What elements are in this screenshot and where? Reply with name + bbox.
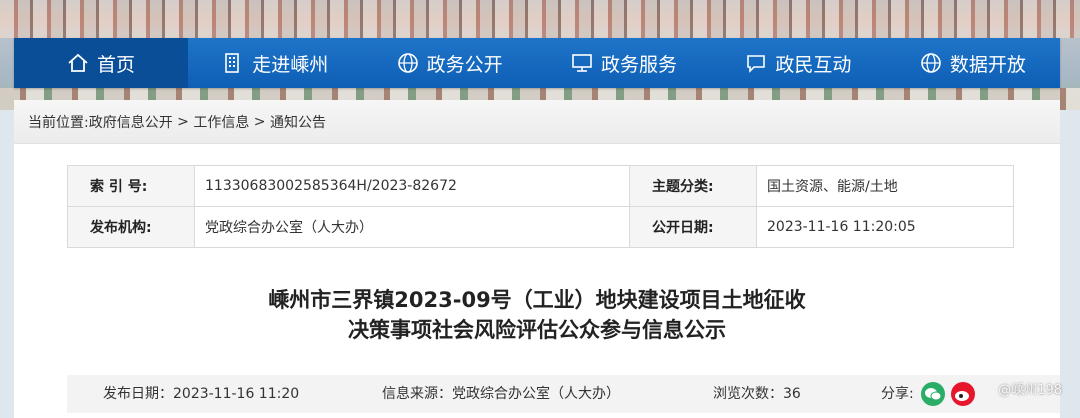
article-title-line1: 嵊州市三界镇2023-09号（工业）地块建设项目土地征收 [268,288,806,312]
nav-gov-open[interactable]: 政务公开 [362,38,536,88]
nav-about[interactable]: 走进嵊州 [188,38,362,88]
breadcrumb-item-gov-info[interactable]: 政府信息公开 [89,112,173,132]
publish-date: 发布日期：2023-11-16 11:20 [103,375,299,413]
nav-gov-service[interactable]: 政务服务 [537,38,711,88]
nav-about-label: 走进嵊州 [252,53,329,76]
breadcrumb-item-work-info[interactable]: 工作信息 [193,112,249,132]
breadcrumb-item-notices[interactable]: 通知公告 [270,112,326,132]
category-value: 国土资源、能源/土地 [756,165,1014,207]
meta-table: 索 引 号: 11330683002585364H/2023-82672 主题分… [67,165,1014,248]
weibo-share-icon[interactable] [951,382,975,406]
chat-icon [745,52,767,74]
nav-gov-service-label: 政务服务 [601,53,678,76]
article-title-line2: 决策事项社会风险评估公众参与信息公示 [348,318,726,342]
wechat-share-icon[interactable] [921,382,945,406]
article-title: 嵊州市三界镇2023-09号（工业）地块建设项目土地征收 决策事项社会风险评估公… [14,285,1060,345]
open-date-label: 公开日期: [629,206,757,248]
breadcrumb-separator: > [172,113,194,130]
article-info-bar: 发布日期：2023-11-16 11:20 信息来源：党政综合办公室（人大办） … [67,375,1060,413]
table-row: 发布机构: 党政综合办公室（人大办） 公开日期: 2023-11-16 11:2… [67,206,1014,248]
index-value: 11330683002585364H/2023-82672 [194,165,630,207]
publisher-value: 党政综合办公室（人大办） [194,206,630,248]
open-date-value: 2023-11-16 11:20:05 [756,206,1014,248]
view-count-label: 浏览次数： [713,386,783,402]
index-label: 索 引 号: [67,165,195,207]
info-source-label: 信息来源： [382,386,452,402]
nav-home[interactable]: 首页 [14,38,188,88]
nav-interaction[interactable]: 政民互动 [711,38,885,88]
building-icon [222,52,244,74]
nav-gov-open-label: 政务公开 [426,53,503,76]
globe-icon [920,52,942,74]
share-label: 分享: [881,386,914,402]
publish-date-label: 发布日期： [103,386,173,402]
view-count-value: 36 [783,386,801,402]
content-panel: 当前位置: 政府信息公开 > 工作信息 > 通知公告 索 引 号: 1133068… [14,100,1060,418]
home-icon [67,52,89,74]
monitor-icon [571,52,593,74]
nav-data-open[interactable]: 数据开放 [886,38,1060,88]
main-nav: 首页 走进嵊州 政务公开 政务服务 政民互动 数据开放 [14,38,1060,88]
breadcrumb-separator: > [249,113,270,130]
globe-icon [397,52,419,74]
nav-home-label: 首页 [96,53,135,76]
publisher-label: 发布机构: [67,206,195,248]
view-count: 浏览次数：36 [713,375,801,413]
category-label: 主题分类: [629,165,757,207]
nav-interaction-label: 政民互动 [775,53,852,76]
info-source: 信息来源：党政综合办公室（人大办） [382,375,620,413]
watermark: @嵊州198 [998,383,1062,398]
table-row: 索 引 号: 11330683002585364H/2023-82672 主题分… [67,165,1014,207]
nav-data-open-label: 数据开放 [949,53,1026,76]
info-source-value: 党政综合办公室（人大办） [452,386,620,402]
breadcrumb: 当前位置: 政府信息公开 > 工作信息 > 通知公告 [14,100,1060,144]
publish-date-value: 2023-11-16 11:20 [173,386,300,402]
breadcrumb-prefix: 当前位置: [28,114,89,131]
